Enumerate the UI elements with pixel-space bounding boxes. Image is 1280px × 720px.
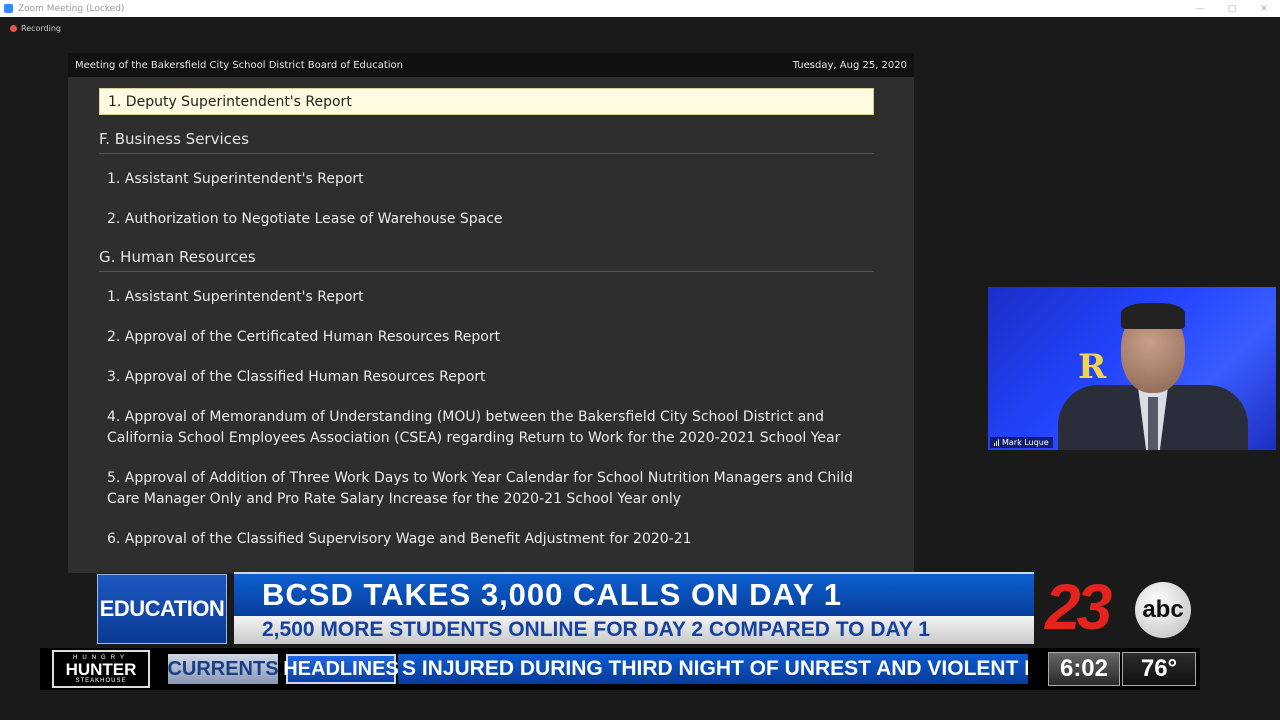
sponsor-line3: STEAKHOUSE bbox=[75, 677, 127, 684]
participant-tie bbox=[1148, 397, 1158, 450]
agenda-item[interactable]: 1. Assistant Superintendent's Report bbox=[99, 287, 874, 308]
category-badge: EDUCATION bbox=[97, 574, 227, 644]
ticker-time: 6:02 bbox=[1048, 652, 1120, 686]
agenda-body: 1. Deputy Superintendent's Report F. Bus… bbox=[99, 88, 874, 550]
network-logo: abc bbox=[1135, 582, 1191, 638]
agenda-item[interactable]: 3. Approval of the Classified Human Reso… bbox=[99, 367, 874, 388]
zoom-app-icon bbox=[4, 4, 13, 13]
close-button[interactable]: ✕ bbox=[1248, 0, 1280, 17]
participant-name: Mark Luque bbox=[1002, 438, 1049, 447]
recording-label: Recording bbox=[21, 24, 62, 33]
agenda-item-highlighted[interactable]: 1. Deputy Superintendent's Report bbox=[99, 88, 874, 115]
agenda-item[interactable]: 2. Authorization to Negotiate Lease of W… bbox=[99, 209, 874, 230]
station-logo: 23 abc bbox=[1045, 571, 1200, 644]
news-subheadline: 2,500 MORE STUDENTS ONLINE FOR DAY 2 COM… bbox=[234, 616, 1034, 644]
agenda-item[interactable]: 6. Approval of the Classified Supervisor… bbox=[99, 529, 874, 550]
recording-indicator[interactable]: Recording bbox=[10, 24, 61, 33]
sponsor-line2: HUNTER bbox=[65, 659, 137, 679]
station-number: 23 bbox=[1045, 571, 1112, 643]
participant-hair bbox=[1121, 303, 1185, 329]
section-business-services: F. Business Services bbox=[99, 115, 874, 154]
ticker-text: S INJURED DURING THIRD NIGHT OF UNREST A… bbox=[398, 654, 1028, 684]
shared-screen-document: Meeting of the Bakersfield City School D… bbox=[68, 53, 914, 573]
participant-name-tag: Mark Luque bbox=[990, 437, 1053, 448]
ticker-tab-currents: CURRENTS bbox=[167, 654, 279, 684]
window-title-bar: Zoom Meeting (Locked) — ▢ ✕ bbox=[0, 0, 1280, 17]
window-controls: — ▢ ✕ bbox=[1184, 0, 1280, 17]
agenda-item[interactable]: 4. Approval of Memorandum of Understandi… bbox=[99, 407, 874, 449]
ticker-tab-headlines: HEADLINES bbox=[283, 654, 399, 684]
agenda-item[interactable]: 2. Approval of the Certificated Human Re… bbox=[99, 327, 874, 348]
document-header: Meeting of the Bakersfield City School D… bbox=[68, 53, 914, 77]
signal-bars-icon bbox=[994, 439, 999, 446]
participant-video-tile[interactable]: R Mark Luque bbox=[988, 287, 1276, 450]
minimize-button[interactable]: — bbox=[1184, 0, 1216, 17]
maximize-button[interactable]: ▢ bbox=[1216, 0, 1248, 17]
agenda-item-line: California School Employees Association … bbox=[107, 430, 841, 446]
document-title: Meeting of the Bakersfield City School D… bbox=[75, 59, 403, 71]
news-headline: BCSD TAKES 3,000 CALLS ON DAY 1 bbox=[234, 572, 1034, 616]
ticker-temperature: 76° bbox=[1122, 652, 1196, 686]
agenda-item[interactable]: 1. Assistant Superintendent's Report bbox=[99, 169, 874, 190]
section-human-resources: G. Human Resources bbox=[99, 230, 874, 272]
agenda-item[interactable]: 5. Approval of Addition of Three Work Da… bbox=[99, 468, 874, 510]
agenda-item-line: 5. Approval of Addition of Three Work Da… bbox=[107, 470, 853, 486]
document-date: Tuesday, Aug 25, 2020 bbox=[792, 59, 907, 71]
agenda-item-line: 4. Approval of Memorandum of Understandi… bbox=[107, 409, 824, 425]
background-logo-letter: R bbox=[1078, 347, 1107, 387]
sponsor-logo: HUNGRY HUNTER STEAKHOUSE bbox=[52, 650, 150, 688]
window-title: Zoom Meeting (Locked) bbox=[18, 3, 125, 14]
agenda-item-line: Care Manager Only and Pro Rate Salary In… bbox=[107, 491, 682, 507]
recording-dot-icon bbox=[10, 25, 17, 32]
